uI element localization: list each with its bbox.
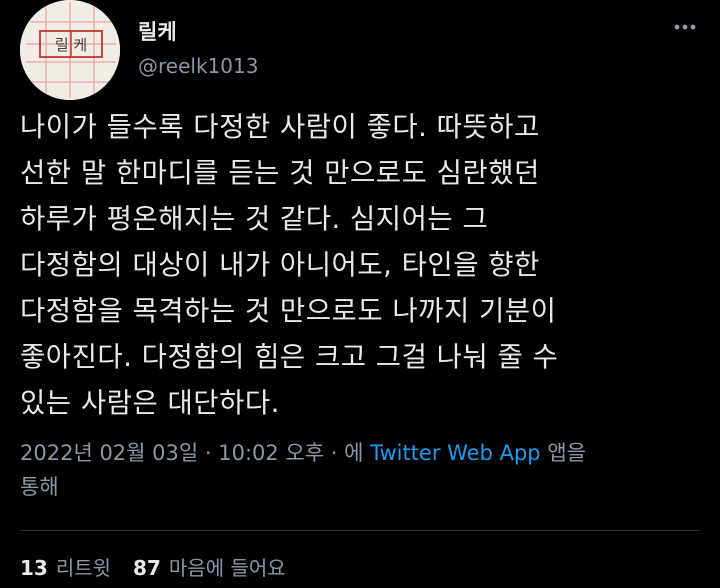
more-horizontal-icon [674, 24, 696, 30]
tweet-stats: 13 리트윗 87 마음에 들어요 [20, 552, 286, 581]
avatar-image: 릴 케 [20, 0, 120, 100]
retweets-label: 리트윗 [55, 556, 112, 580]
display-name[interactable]: 릴케 [138, 16, 177, 46]
avatar[interactable]: 릴 케 [20, 0, 120, 100]
retweets-stat[interactable]: 13 리트윗 [20, 552, 111, 581]
tweet-timestamp[interactable]: 2022년 02월 03일 · 10:02 오후 · [20, 441, 344, 465]
user-handle[interactable]: @reelk1013 [138, 54, 258, 78]
likes-count: 87 [133, 556, 161, 580]
via-prefix: 에 [344, 441, 371, 465]
tweet-text: 나이가 들수록 다정한 사람이 좋다. 따뜻하고 선한 말 한마디를 듣는 것 … [20, 111, 559, 419]
retweets-count: 13 [20, 556, 48, 580]
likes-label: 마음에 들어요 [168, 556, 286, 580]
tweet-header: 릴 케 릴케 @reelk1013 [20, 0, 700, 100]
tweet-metadata: 2022년 02월 03일 · 10:02 오후 · 에 Twitter Web… [20, 436, 700, 504]
avatar-text: 릴 케 [55, 36, 87, 54]
more-options-button[interactable] [670, 12, 700, 42]
source-app-link[interactable]: Twitter Web App [370, 441, 541, 465]
likes-stat[interactable]: 87 마음에 들어요 [133, 552, 286, 581]
divider [20, 530, 700, 531]
